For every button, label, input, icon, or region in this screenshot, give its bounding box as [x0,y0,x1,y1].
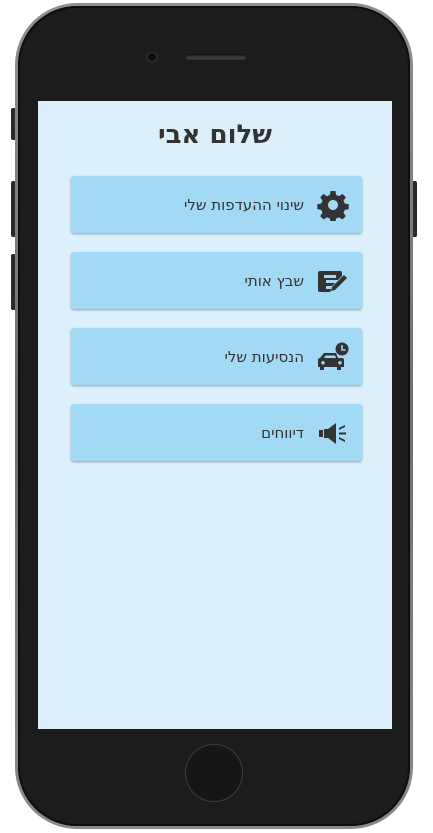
phone-frame: שלום אבי שינוי ההעדפות שלי שבץ אותי הנסי… [15,3,413,829]
reports-button[interactable]: דיווחים [71,404,362,461]
edit-icon [315,263,351,299]
page-title: שלום אבי [158,120,272,150]
front-camera [148,53,156,61]
preferences-button[interactable]: שינוי ההעדפות שלי [71,176,362,233]
reports-label: דיווחים [261,423,304,442]
megaphone-icon [315,415,351,451]
phone-body: שלום אבי שינוי ההעדפות שלי שבץ אותי הנסי… [18,6,410,826]
my-trips-button[interactable]: הנסיעות שלי [71,328,362,385]
gear-icon [315,187,351,223]
car-clock-icon [315,339,351,375]
my-trips-label: הנסיעות שלי [224,347,304,366]
earpiece-speaker [185,54,247,60]
app-screen: שלום אבי שינוי ההעדפות שלי שבץ אותי הנסי… [38,101,392,729]
home-button[interactable] [185,744,243,802]
preferences-label: שינוי ההעדפות שלי [184,195,304,214]
assign-me-button[interactable]: שבץ אותי [71,252,362,309]
assign-me-label: שבץ אותי [244,271,305,290]
device-stage: שלום אבי שינוי ההעדפות שלי שבץ אותי הנסי… [0,0,433,833]
main-menu: שינוי ההעדפות שלי שבץ אותי הנסיעות שלי ד… [71,176,362,480]
